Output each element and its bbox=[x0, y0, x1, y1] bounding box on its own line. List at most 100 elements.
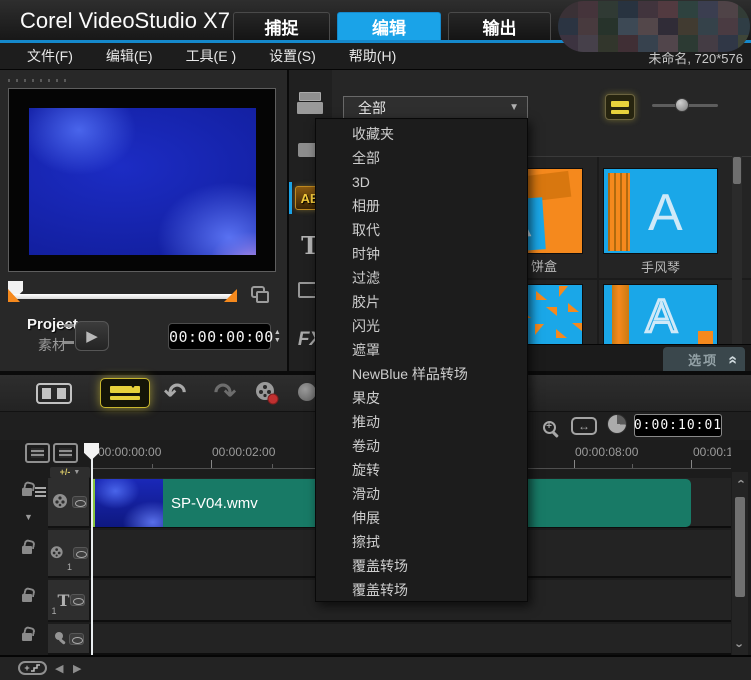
thumb-art bbox=[568, 303, 579, 312]
add-remove-track-button[interactable]: +/- ▼ bbox=[50, 467, 90, 478]
scrollbar-thumb[interactable] bbox=[735, 497, 745, 597]
timeline-timecode[interactable]: 0:00:10:01 bbox=[634, 414, 722, 437]
fit-timeline-button[interactable]: + bbox=[18, 661, 47, 675]
dropdown-item[interactable]: 全部 bbox=[316, 146, 527, 170]
bar-glyph bbox=[611, 101, 629, 107]
dropdown-item[interactable]: 闪光 bbox=[316, 314, 527, 338]
scroll-left-icon[interactable]: ◀ bbox=[55, 662, 63, 675]
dropdown-item[interactable]: 收藏夹 bbox=[316, 122, 527, 146]
sound-mixer-button[interactable] bbox=[298, 383, 316, 401]
storyboard-view-button[interactable] bbox=[30, 380, 78, 407]
scroll-up-icon[interactable]: › bbox=[733, 476, 748, 488]
microphone-icon bbox=[54, 631, 68, 647]
record-capture-button[interactable] bbox=[252, 379, 282, 407]
dropdown-item[interactable]: 时钟 bbox=[316, 242, 527, 266]
dropdown-item[interactable]: 过滤 bbox=[316, 266, 527, 290]
duration-clock-button[interactable] bbox=[607, 414, 627, 434]
options-label: 选项 bbox=[688, 350, 718, 369]
filmstrip-glyph bbox=[297, 102, 323, 114]
ripple-edit-icon[interactable] bbox=[35, 487, 46, 497]
timeline-view-button[interactable] bbox=[100, 378, 150, 408]
gallery-filter-select[interactable]: 全部 ▼ bbox=[343, 96, 528, 119]
dropdown-item[interactable]: 卷动 bbox=[316, 434, 527, 458]
timeline-scrollbar[interactable]: › › bbox=[732, 472, 748, 655]
title-track-header[interactable]: 1 T bbox=[48, 580, 91, 622]
undo-button[interactable]: ↶ bbox=[158, 377, 192, 409]
timecode-spinner[interactable]: ▲ ▼ bbox=[274, 329, 285, 344]
menu-edit[interactable]: 编辑(E) bbox=[106, 46, 153, 66]
tab-output[interactable]: 输出 bbox=[448, 12, 551, 40]
ruler-label: 00:00:02:00 bbox=[212, 445, 275, 459]
ruler-label: 00:00:00:00 bbox=[98, 445, 161, 459]
videostudio-window: Corel VideoStudio X7 捕捉 编辑 输出 文件(F) 编辑(E… bbox=[0, 0, 751, 680]
eye-visibility-icon[interactable] bbox=[69, 633, 84, 645]
video-track-header[interactable] bbox=[48, 478, 91, 528]
dropdown-item[interactable]: 相册 bbox=[316, 194, 527, 218]
playhead-line[interactable] bbox=[91, 458, 93, 655]
track-manager-button[interactable] bbox=[53, 443, 78, 463]
menu-help[interactable]: 帮助(H) bbox=[349, 46, 396, 66]
preview-panel: Project 素材 ▶ 00:00:00:00 ▲ ▼ bbox=[0, 70, 289, 371]
transition-thumbnail[interactable]: A bbox=[603, 168, 718, 254]
options-button[interactable]: 选项 « bbox=[663, 347, 745, 372]
fit-project-button[interactable]: ↔ bbox=[571, 417, 597, 435]
lock-track-icon[interactable] bbox=[22, 488, 32, 496]
clip-mode-label[interactable]: 素材 bbox=[38, 335, 66, 355]
redo-icon: ↷ bbox=[214, 378, 237, 409]
menu-file[interactable]: 文件(F) bbox=[27, 46, 73, 66]
voice-track[interactable] bbox=[91, 624, 731, 655]
eye-visibility-icon[interactable] bbox=[73, 547, 88, 559]
dropdown-item[interactable]: 覆盖转场 bbox=[316, 578, 527, 602]
show-all-tracks-button[interactable] bbox=[25, 443, 50, 463]
wave-glyph bbox=[31, 664, 41, 672]
dropdown-item[interactable]: 遮罩 bbox=[316, 338, 527, 362]
eye-visibility-icon[interactable] bbox=[70, 594, 85, 606]
voice-track-header[interactable] bbox=[48, 624, 91, 655]
dropdown-item[interactable]: 覆盖转场 bbox=[316, 554, 527, 578]
lock-track-icon[interactable] bbox=[22, 633, 32, 641]
dropdown-item[interactable]: 旋转 bbox=[316, 458, 527, 482]
media-icon[interactable] bbox=[295, 90, 325, 116]
title-track-icon: T bbox=[58, 591, 70, 610]
menu-tools[interactable]: 工具(E ) bbox=[186, 46, 237, 66]
plus-glyph: + bbox=[546, 422, 552, 432]
view-toggle-button[interactable] bbox=[605, 94, 635, 120]
dropdown-item[interactable]: NewBlue 样品转场 bbox=[316, 362, 527, 386]
menu-settings[interactable]: 设置(S) bbox=[269, 46, 316, 66]
gallery-scrollbar[interactable] bbox=[732, 156, 742, 344]
redo-button[interactable]: ↷ bbox=[208, 377, 242, 409]
transition-thumbnail[interactable]: A bbox=[603, 284, 718, 344]
dropdown-item[interactable]: 擦拭 bbox=[316, 530, 527, 554]
scroll-down-icon[interactable]: › bbox=[733, 640, 748, 652]
dropdown-item[interactable]: 取代 bbox=[316, 218, 527, 242]
scrubber-track[interactable] bbox=[10, 294, 236, 299]
dropdown-item[interactable]: 3D bbox=[316, 170, 527, 194]
spinner-up-icon[interactable]: ▲ bbox=[274, 329, 281, 336]
dropdown-item[interactable]: 滑动 bbox=[316, 482, 527, 506]
lock-track-icon[interactable] bbox=[22, 546, 32, 554]
gallery-filter-dropdown: 收藏夹 全部 3D 相册 取代 时钟 过滤 胶片 闪光 遮罩 NewBlue 样… bbox=[315, 118, 528, 602]
play-button[interactable]: ▶ bbox=[75, 321, 109, 351]
scrollbar-thumb[interactable] bbox=[733, 157, 741, 184]
dropdown-item[interactable]: 果皮 bbox=[316, 386, 527, 410]
film-reel-icon bbox=[49, 544, 66, 562]
clip-thumbnail bbox=[95, 479, 163, 527]
eye-visibility-icon[interactable] bbox=[72, 496, 87, 508]
zoom-in-button[interactable]: + bbox=[538, 416, 560, 438]
track-number: 1 bbox=[67, 562, 72, 572]
collapse-track-icon[interactable]: ▼ bbox=[24, 512, 33, 522]
slider-knob[interactable] bbox=[675, 98, 689, 112]
lock-track-icon[interactable] bbox=[22, 594, 32, 602]
scroll-right-icon[interactable]: ▶ bbox=[73, 662, 81, 675]
spinner-down-icon[interactable]: ▼ bbox=[274, 337, 281, 344]
app-title: Corel VideoStudio X7 bbox=[20, 8, 230, 34]
preview-timecode[interactable]: 00:00:00:00 ▲ ▼ bbox=[168, 323, 271, 350]
tab-capture[interactable]: 捕捉 bbox=[233, 12, 330, 40]
dropdown-item[interactable]: 胶片 bbox=[316, 290, 527, 314]
enlarge-preview-icon[interactable] bbox=[251, 286, 265, 298]
grid-divider bbox=[597, 157, 599, 344]
dropdown-item[interactable]: 伸展 bbox=[316, 506, 527, 530]
tab-edit[interactable]: 编辑 bbox=[337, 12, 441, 40]
dropdown-item[interactable]: 推动 bbox=[316, 410, 527, 434]
overlay-track-header[interactable]: 1 bbox=[48, 530, 91, 578]
